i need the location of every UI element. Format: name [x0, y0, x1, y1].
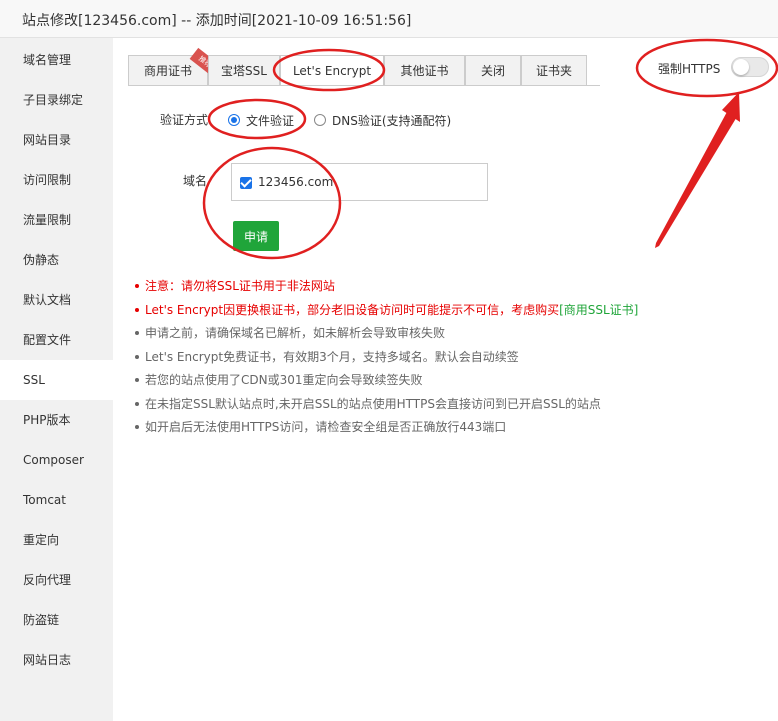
domain-name: 123456.com — [258, 175, 334, 189]
file-verify-label[interactable]: 文件验证 — [246, 112, 294, 129]
dns-verify-label[interactable]: DNS验证(支持通配符) — [332, 112, 451, 129]
sidebar-item-ssl[interactable]: SSL — [0, 360, 113, 400]
note-item: 若您的站点使用了CDN或301重定向会导致续签失败 — [135, 372, 638, 396]
sidebar-item-config-file[interactable]: 配置文件 — [0, 320, 113, 360]
sidebar-item-subdirectory-binding[interactable]: 子目录绑定 — [0, 80, 113, 120]
note-item: 在未指定SSL默认站点时,未开启SSL的站点使用HTTPS会直接访问到已开启SS… — [135, 396, 638, 420]
main-panel: 商用证书 推荐 宝塔SSL Let's Encrypt 其他证书 关闭 证书夹 … — [113, 38, 778, 721]
note-item: 申请之前，请确保域名已解析，如未解析会导致审核失败 — [135, 325, 638, 349]
domain-list: 123456.com — [231, 163, 488, 201]
sidebar-item-domain-management[interactable]: 域名管理 — [0, 40, 113, 80]
tabs-divider — [128, 85, 600, 86]
note-item: Let's Encrypt因更换根证书，部分老旧设备访问时可能提示不可信，考虑购… — [135, 302, 638, 326]
notes-list: 注意：请勿将SSL证书用于非法网站 Let's Encrypt因更换根证书，部分… — [135, 278, 638, 443]
note-item: 如开启后无法使用HTTPS访问，请检查安全组是否正确放行443端口 — [135, 419, 638, 443]
tab-other-cert[interactable]: 其他证书 — [384, 55, 465, 85]
domain-label: 域名 — [183, 174, 208, 188]
toggle-knob — [733, 59, 749, 75]
title-bar: 站点修改[123456.com] -- 添加时间[2021-10-09 16:5… — [0, 0, 778, 38]
note-item: 注意：请勿将SSL证书用于非法网站 — [135, 278, 638, 302]
sidebar-item-php-version[interactable]: PHP版本 — [0, 400, 113, 440]
sidebar-item-site-directory[interactable]: 网站目录 — [0, 120, 113, 160]
tab-commercial-cert[interactable]: 商用证书 推荐 — [128, 47, 221, 85]
apply-button[interactable]: 申请 — [233, 221, 279, 251]
note-text: 在未指定SSL默认站点时,未开启SSL的站点使用HTTPS会直接访问到已开启SS… — [145, 396, 601, 411]
tab-label: 商用证书 — [143, 64, 192, 78]
tab-close[interactable]: 关闭 — [465, 55, 521, 85]
tab-lets-encrypt[interactable]: Let's Encrypt — [280, 55, 384, 86]
sidebar-item-access-limit[interactable]: 访问限制 — [0, 160, 113, 200]
force-https-toggle[interactable] — [731, 57, 769, 77]
sidebar-item-site-log[interactable]: 网站日志 — [0, 640, 113, 680]
tab-baota-ssl[interactable]: 宝塔SSL — [208, 55, 280, 85]
tab-cert-folder[interactable]: 证书夹 — [521, 55, 587, 85]
force-https-label: 强制HTTPS — [658, 62, 721, 76]
note-text: Let's Encrypt免费证书，有效期3个月，支持多域名。默认会自动续签 — [145, 349, 519, 364]
sidebar: 域名管理 子目录绑定 网站目录 访问限制 流量限制 伪静态 默认文档 配置文件 … — [0, 38, 113, 721]
domain-checkbox[interactable] — [240, 177, 252, 189]
window-title: 站点修改[123456.com] -- 添加时间[2021-10-09 16:5… — [22, 13, 412, 29]
dns-verify-radio[interactable] — [314, 114, 326, 126]
sidebar-item-default-document[interactable]: 默认文档 — [0, 280, 113, 320]
sidebar-item-tomcat[interactable]: Tomcat — [0, 480, 113, 520]
sidebar-item-rewrite[interactable]: 伪静态 — [0, 240, 113, 280]
file-verify-radio[interactable] — [228, 114, 240, 126]
note-text: 如开启后无法使用HTTPS访问，请检查安全组是否正确放行443端口 — [145, 420, 507, 434]
note-text: 注意：请勿将SSL证书用于非法网站 — [145, 279, 335, 293]
note-item: Let's Encrypt免费证书，有效期3个月，支持多域名。默认会自动续签 — [135, 349, 638, 373]
note-text: 若您的站点使用了CDN或301重定向会导致续签失败 — [145, 373, 423, 387]
sidebar-item-redirect[interactable]: 重定向 — [0, 520, 113, 560]
sidebar-item-reverse-proxy[interactable]: 反向代理 — [0, 560, 113, 600]
note-text: Let's Encrypt因更换根证书，部分老旧设备访问时可能提示不可信，考虑购… — [145, 302, 560, 317]
note-text: 申请之前，请确保域名已解析，如未解析会导致审核失败 — [145, 326, 446, 340]
sidebar-item-traffic-limit[interactable]: 流量限制 — [0, 200, 113, 240]
verify-method-label: 验证方式 — [160, 113, 209, 127]
commercial-ssl-link[interactable]: [商用SSL证书] — [559, 303, 638, 317]
sidebar-item-composer[interactable]: Composer — [0, 440, 113, 480]
sidebar-item-hotlink-protection[interactable]: 防盗链 — [0, 600, 113, 640]
